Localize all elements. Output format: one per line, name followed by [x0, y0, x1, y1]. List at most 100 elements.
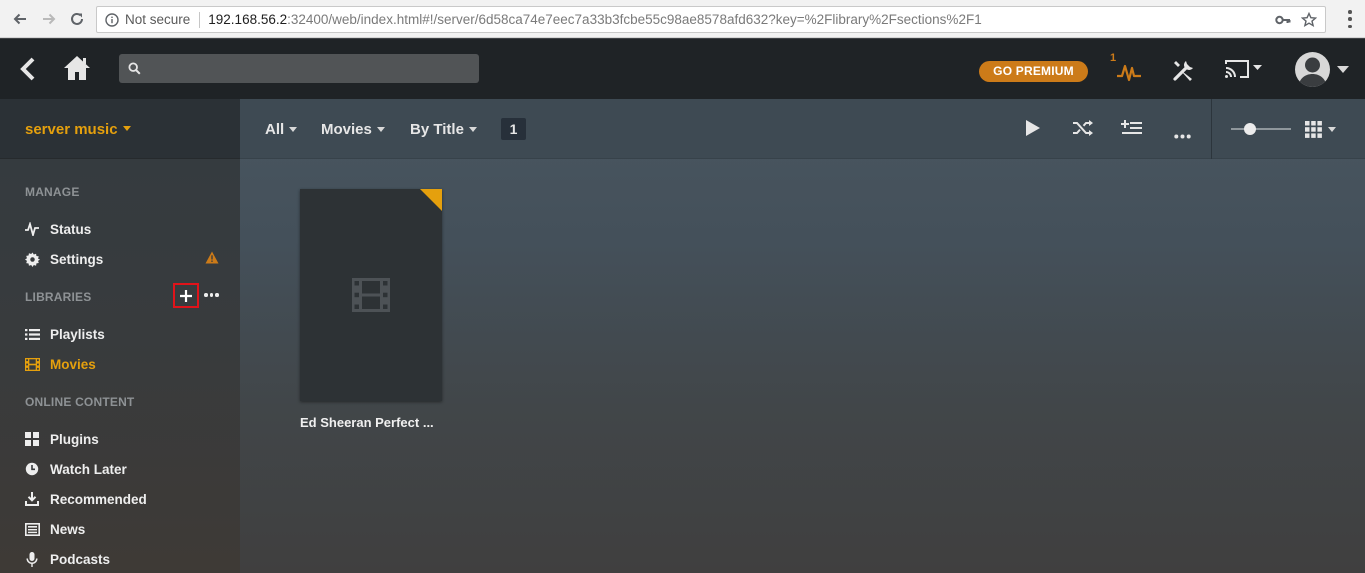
sidebar: server music MANAGE Status Settings LIBR…: [0, 99, 240, 573]
cast-button[interactable]: [1224, 59, 1266, 84]
browser-menu-button[interactable]: [1347, 10, 1353, 28]
info-icon[interactable]: [105, 12, 119, 27]
not-secure-label: Not secure: [125, 12, 191, 27]
bookmark-star-icon[interactable]: [1300, 11, 1318, 31]
server-selector[interactable]: server music: [0, 99, 240, 159]
sidebar-item-recommended[interactable]: Recommended: [24, 489, 147, 509]
slider-handle[interactable]: [1244, 123, 1256, 135]
filter-all-dropdown[interactable]: All: [265, 121, 298, 138]
item-count-badge: 1: [501, 118, 526, 140]
list-icon: [24, 326, 40, 342]
chevron-down-icon[interactable]: [1328, 127, 1336, 132]
news-icon: [24, 521, 40, 537]
main-content: All Movies By Title 1 Ed Sheeran Perfect…: [240, 99, 1365, 573]
chevron-left-icon: [20, 57, 35, 81]
activity-icon: [24, 221, 40, 237]
toolbar-divider: [1211, 99, 1212, 159]
back-button[interactable]: [18, 57, 38, 86]
plus-icon: [180, 289, 192, 302]
reload-icon: [71, 12, 83, 25]
key-icon[interactable]: [1275, 13, 1291, 30]
grid-view-icon: [1305, 121, 1322, 138]
user-icon: [1298, 57, 1327, 87]
chevron-down-icon[interactable]: [1337, 66, 1349, 74]
gear-icon: [24, 251, 40, 267]
film-placeholder-icon: [352, 278, 390, 312]
section-label-libraries: LIBRARIES: [25, 290, 92, 304]
media-poster[interactable]: [300, 189, 442, 401]
server-name-label: server music: [25, 121, 118, 138]
warning-icon[interactable]: [205, 251, 219, 264]
media-title[interactable]: Ed Sheeran Perfect ...: [300, 415, 434, 430]
chevron-down-icon: [289, 127, 298, 132]
shuffle-icon: [1073, 120, 1093, 136]
sidebar-item-status[interactable]: Status: [24, 219, 91, 239]
grid-icon: [24, 431, 40, 447]
url-path: :32400/web/index.html#!/server/6d58ca74e…: [287, 12, 982, 27]
browser-forward-button[interactable]: [39, 9, 59, 29]
more-options-button[interactable]: [1174, 126, 1191, 144]
poster-size-slider[interactable]: [1231, 123, 1291, 135]
sidebar-item-plugins[interactable]: Plugins: [24, 429, 99, 449]
app-header: GO PREMIUM 1: [0, 39, 1365, 99]
download-icon: [24, 491, 40, 507]
chevron-down-icon: [376, 127, 385, 132]
chevron-down-icon: [468, 127, 477, 132]
add-to-playlist-icon: [1121, 120, 1142, 134]
address-bar[interactable]: Not secure 192.168.56.2:32400/web/index.…: [96, 6, 1326, 33]
cast-icon: [1225, 60, 1262, 78]
filter-type-label: Movies: [321, 121, 372, 138]
go-premium-button[interactable]: GO PREMIUM: [979, 61, 1088, 82]
browser-toolbar: Not secure 192.168.56.2:32400/web/index.…: [0, 0, 1365, 38]
server-name[interactable]: server music: [25, 121, 131, 138]
play-button[interactable]: [1025, 119, 1041, 142]
library-toolbar: All Movies By Title 1: [240, 99, 1365, 159]
section-label-online-content: ONLINE CONTENT: [25, 395, 135, 409]
film-icon: [24, 356, 40, 372]
search-input[interactable]: [119, 54, 479, 83]
home-button[interactable]: [62, 54, 92, 87]
play-icon: [1026, 120, 1040, 136]
browser-reload-button[interactable]: [67, 9, 87, 29]
sidebar-item-settings[interactable]: Settings: [24, 249, 103, 269]
filter-type-dropdown[interactable]: Movies: [321, 121, 385, 138]
add-library-button[interactable]: [173, 283, 199, 308]
unwatched-indicator: [420, 189, 442, 211]
browser-back-button[interactable]: [10, 9, 30, 29]
tools-icon: [1173, 61, 1193, 81]
section-label-manage: MANAGE: [25, 185, 80, 199]
sidebar-item-playlists[interactable]: Playlists: [24, 324, 105, 344]
libraries-more-button[interactable]: [204, 293, 219, 297]
shuffle-button[interactable]: [1072, 119, 1094, 142]
sidebar-item-label: Watch Later: [50, 461, 127, 477]
view-mode-button[interactable]: [1305, 121, 1322, 143]
add-to-queue-button[interactable]: [1121, 119, 1143, 142]
sort-dropdown[interactable]: By Title: [410, 121, 477, 138]
home-icon: [64, 56, 90, 80]
chevron-down-icon: [122, 125, 131, 131]
sidebar-item-label: Movies: [50, 356, 96, 372]
sidebar-item-podcasts[interactable]: Podcasts: [24, 549, 110, 569]
sidebar-item-label: Plugins: [50, 431, 99, 447]
url-host: 192.168.56.2: [208, 12, 288, 27]
sidebar-item-label: News: [50, 521, 86, 537]
more-dots-icon: [1174, 134, 1191, 139]
address-divider: [199, 11, 201, 28]
sidebar-item-label: Settings: [50, 251, 104, 267]
sidebar-item-news[interactable]: News: [24, 519, 85, 539]
arrow-left-icon: [13, 13, 26, 25]
clock-icon: [24, 461, 40, 477]
sidebar-item-label: Podcasts: [50, 551, 111, 567]
settings-tools-button[interactable]: [1171, 57, 1197, 88]
sidebar-item-label: Recommended: [50, 491, 147, 507]
activity-pulse-icon: [1117, 64, 1141, 82]
arrow-right-icon: [43, 13, 56, 25]
sidebar-item-label: Playlists: [50, 326, 105, 342]
search-icon: [128, 62, 141, 80]
sort-label: By Title: [410, 121, 464, 138]
user-avatar[interactable]: [1295, 52, 1330, 87]
sidebar-item-watch-later[interactable]: Watch Later: [24, 459, 127, 479]
sidebar-item-label: Status: [50, 221, 92, 237]
microphone-icon: [24, 551, 40, 567]
sidebar-item-movies[interactable]: Movies: [24, 354, 96, 374]
